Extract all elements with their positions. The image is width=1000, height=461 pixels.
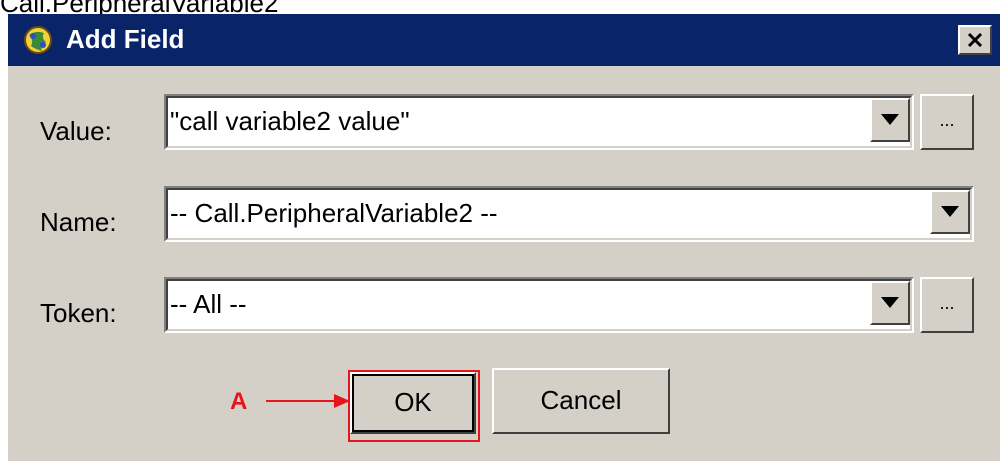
cancel-button[interactable]: Cancel xyxy=(492,368,670,434)
name-dropdown-button[interactable] xyxy=(930,190,970,234)
chevron-down-icon xyxy=(941,206,959,217)
value-dropdown-button[interactable] xyxy=(870,98,910,142)
token-combobox-text[interactable]: -- All -- xyxy=(170,289,247,320)
globe-app-icon xyxy=(22,24,54,56)
close-icon xyxy=(967,32,983,48)
close-button[interactable] xyxy=(958,25,992,55)
chevron-down-icon xyxy=(881,114,899,125)
add-field-dialog: Add Field Value: "call variable2 value" … xyxy=(8,14,1000,461)
chevron-down-icon xyxy=(881,297,899,308)
dialog-title: Add Field xyxy=(66,24,185,54)
value-combobox[interactable]: "call variable2 value" xyxy=(164,94,914,150)
title-bar[interactable]: Add Field xyxy=(8,14,1000,66)
name-label: Name: xyxy=(40,207,117,237)
token-label: Token: xyxy=(40,298,117,328)
name-combobox-text[interactable]: -- Call.PeripheralVariable2 -- xyxy=(170,198,498,229)
ok-button[interactable]: OK xyxy=(350,372,476,434)
value-browse-button[interactable]: ... xyxy=(920,94,974,150)
annotation-arrow-icon xyxy=(266,394,350,408)
name-combobox[interactable]: -- Call.PeripheralVariable2 -- xyxy=(164,186,974,242)
value-combobox-text[interactable]: "call variable2 value" xyxy=(170,106,410,137)
annotation-letter: A xyxy=(230,388,248,415)
value-label: Value: xyxy=(40,116,112,146)
token-browse-button[interactable]: ... xyxy=(920,277,974,333)
token-dropdown-button[interactable] xyxy=(870,281,910,325)
token-combobox[interactable]: -- All -- xyxy=(164,277,914,333)
